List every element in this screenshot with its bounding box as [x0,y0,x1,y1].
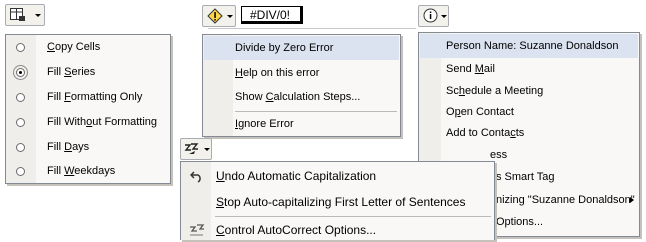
autocorrect-lightning-icon [184,143,199,154]
undo-icon [190,171,201,183]
smart-tag-actions-button[interactable] [418,5,449,27]
info-circle-icon [423,8,438,23]
chevron-down-icon [204,148,210,151]
radio-icon[interactable] [16,118,25,127]
menu-item-copy-cells[interactable]: Copy Cells [7,35,170,59]
menu-item-control-autocorrect-options[interactable]: Control AutoCorrect Options... [182,218,493,242]
menu-item-fill-series[interactable]: Fill Series [7,60,170,84]
menu-item-fill-without-formatting[interactable]: Fill Without Formatting [7,110,170,134]
chevron-down-icon [35,14,41,17]
auto-fill-options-button[interactable] [5,4,45,26]
error-options-menu: Divide by Zero Error Help on this error … [202,34,401,137]
menu-item-show-calculation-steps[interactable]: Show Calculation Steps... [204,85,399,109]
menu-item-send-mail[interactable]: Send Mail [420,57,638,81]
menu-item-stop-auto-capitalizing[interactable]: Stop Auto-capitalizing First Letter of S… [182,190,493,214]
fill-series-icon [10,8,25,21]
radio-icon[interactable] [16,93,25,102]
menu-item-add-to-contacts[interactable]: Add to Contacts [420,121,638,145]
menu-item-fill-formatting-only[interactable]: Fill Formatting Only [7,85,170,109]
radio-selected-icon[interactable] [13,65,28,80]
chevron-down-icon [441,15,447,18]
radio-icon[interactable] [16,167,25,176]
error-diamond-icon [207,8,223,24]
cell-value: #DIV/0! [250,8,291,22]
autocorrect-options-button[interactable] [180,138,212,160]
menu-item-ignore-error[interactable]: Ignore Error [204,112,399,136]
chevron-down-icon [227,15,233,18]
grid-line [208,28,416,29]
radio-icon[interactable] [16,43,25,52]
submenu-arrow-icon [630,197,634,203]
menu-item-undo-auto-capitalization[interactable]: Undo Automatic Capitalization [182,164,493,188]
menu-item-fill-days[interactable]: Fill Days [7,135,170,159]
menu-item-person-name: Person Name: Suzanne Donaldson [420,34,638,58]
autocorrect-options-menu: Undo Automatic Capitalization Stop Auto-… [180,161,495,240]
menu-item-help-on-error[interactable]: Help on this error [204,61,399,85]
auto-fill-options-menu: Copy Cells Fill Series Fill Formatting O… [5,34,171,184]
radio-icon[interactable] [16,143,25,152]
error-options-button[interactable] [202,5,236,27]
menu-item-divide-by-zero-error: Divide by Zero Error [204,36,399,60]
menu-item-fill-weekdays[interactable]: Fill Weekdays [7,159,170,183]
autocorrect-icon [190,224,205,236]
error-cell[interactable]: #DIV/0! [241,6,303,24]
menu-separator [215,216,491,217]
